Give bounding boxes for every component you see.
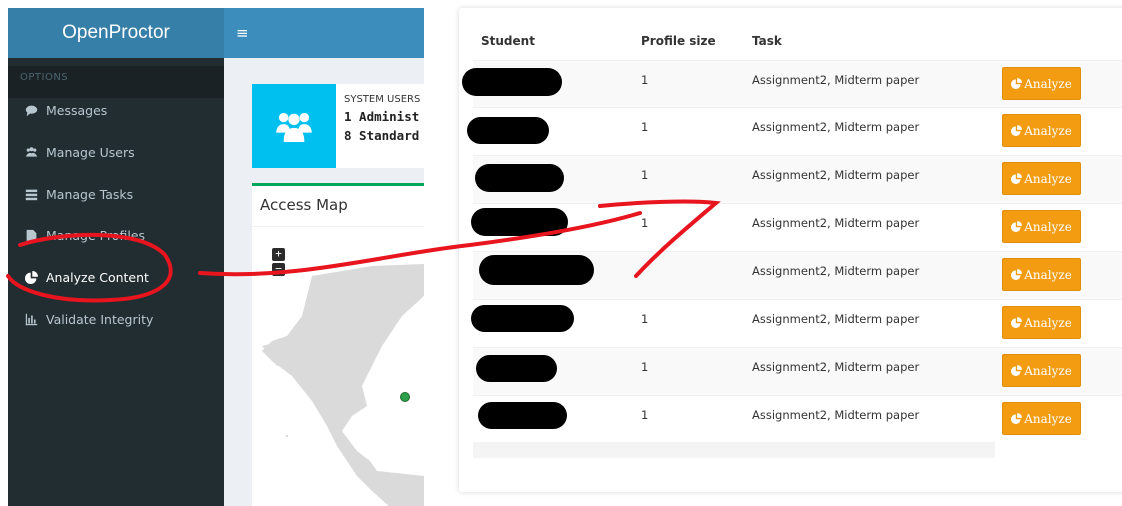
pie-chart-icon (1011, 365, 1023, 376)
analyze-button-label: Analyze (1024, 363, 1072, 378)
table-footer (473, 442, 995, 458)
redacted-student-name (476, 355, 557, 382)
profile-size-cell: 1 (641, 360, 649, 374)
table-row: 1 Assignment2, Midterm paper Analyze (473, 155, 1122, 203)
table-row: 1 Assignment2, Midterm paper Analyze (473, 60, 1122, 108)
analyze-button[interactable]: Analyze (1002, 114, 1081, 147)
sidebar-item-messages[interactable]: Messages (8, 92, 224, 128)
column-header-profile-size[interactable]: Profile size (641, 34, 716, 48)
profile-size-cell: 1 (641, 73, 649, 87)
sidebar-item-manage-tasks[interactable]: Manage Tasks (8, 176, 224, 212)
pie-chart-icon (1011, 317, 1023, 328)
top-navbar: ≡ (224, 8, 424, 58)
profile-size-cell: 1 (641, 120, 649, 134)
analyze-button[interactable]: Analyze (1002, 67, 1081, 100)
redacted-student-name (478, 402, 567, 429)
analyze-button-label: Analyze (1024, 171, 1072, 186)
redacted-student-name (475, 164, 564, 192)
users-icon (24, 145, 38, 159)
task-cell: Assignment2, Midterm paper (752, 264, 920, 278)
task-cell: Assignment2, Midterm paper (752, 312, 920, 326)
table-row: 1 Assignment2, Midterm paper Analyze (473, 107, 1122, 155)
task-cell: Assignment2, Midterm paper (752, 120, 920, 134)
sidebar-item-manage-users[interactable]: Manage Users (8, 134, 224, 170)
sidebar-item-analyze-content[interactable]: Analyze Content (8, 259, 224, 295)
sidebar-item-label: Manage Users (46, 144, 135, 160)
bar-chart-icon (24, 312, 38, 326)
redacted-student-name (479, 255, 594, 285)
analyze-button[interactable]: Analyze (1002, 306, 1081, 339)
analyze-button-label: Analyze (1024, 411, 1072, 426)
sidebar-item-validate-integrity[interactable]: Validate Integrity (8, 301, 224, 337)
comment-icon (24, 103, 38, 117)
pie-chart-icon (24, 270, 38, 284)
redacted-student-name (467, 117, 549, 144)
access-map-box: Access Map + − (252, 183, 424, 506)
sidebar-item-manage-profiles[interactable]: Manage Profiles (8, 217, 224, 253)
sidebar: OpenProctor OPTIONS Messages Manage User… (8, 8, 224, 506)
analyze-button[interactable]: Analyze (1002, 258, 1081, 291)
column-header-student[interactable]: Student (481, 34, 535, 48)
admin-count: 1 Administ (344, 109, 420, 124)
brand-logo[interactable]: OpenProctor (8, 8, 224, 58)
pie-chart-icon (1011, 125, 1023, 136)
analyze-button[interactable]: Analyze (1002, 162, 1081, 195)
standard-count: 8 Standard (344, 128, 420, 143)
sidebar-item-label: Analyze Content (46, 269, 149, 285)
analyze-button[interactable]: Analyze (1002, 354, 1081, 387)
location-marker (400, 392, 410, 402)
table-row: 1 Assignment2, Midterm paper Analyze (473, 395, 1122, 443)
table-row: 1 Assignment2, Midterm paper Analyze (473, 203, 1122, 251)
task-cell: Assignment2, Midterm paper (752, 408, 920, 422)
map-title: Access Map (260, 196, 348, 214)
pie-chart-icon (1011, 413, 1023, 424)
pie-chart-icon (1011, 173, 1023, 184)
sidebar-item-label: Manage Profiles (46, 227, 146, 243)
analyze-button-label: Analyze (1024, 267, 1072, 282)
sidebar-item-label: Messages (46, 102, 108, 118)
pie-chart-icon (1011, 78, 1023, 89)
system-users-box: SYSTEM USERS 1 Administ 8 Standard (252, 84, 424, 168)
pie-chart-icon (1011, 221, 1023, 232)
analyze-button-label: Analyze (1024, 219, 1072, 234)
redacted-student-name (462, 68, 562, 96)
task-cell: Assignment2, Midterm paper (752, 168, 920, 182)
users-icon (252, 84, 336, 168)
analyze-button-label: Analyze (1024, 123, 1072, 138)
profile-size-cell: 1 (641, 216, 649, 230)
analyze-button[interactable]: Analyze (1002, 210, 1081, 243)
file-icon (24, 228, 38, 242)
profile-size-cell: 1 (641, 312, 649, 326)
analyze-button-label: Analyze (1024, 76, 1072, 91)
redacted-student-name (471, 305, 574, 332)
task-cell: Assignment2, Midterm paper (752, 73, 920, 87)
analyze-button[interactable]: Analyze (1002, 402, 1081, 435)
column-header-task[interactable]: Task (752, 34, 782, 48)
profile-size-cell: 1 (641, 408, 649, 422)
divider (252, 226, 424, 227)
system-users-text: SYSTEM USERS 1 Administ 8 Standard (344, 92, 424, 143)
sidebar-item-label: Manage Tasks (46, 186, 134, 202)
table-row: 1 Assignment2, Midterm paper Analyze (473, 347, 1122, 395)
pie-chart-icon (1011, 269, 1023, 280)
system-users-label: SYSTEM USERS (344, 94, 421, 105)
menu-toggle-icon[interactable]: ≡ (236, 24, 249, 42)
task-cell: Assignment2, Midterm paper (752, 216, 920, 230)
profile-size-cell: 1 (641, 168, 649, 182)
task-cell: Assignment2, Midterm paper (752, 360, 920, 374)
analyze-button-label: Analyze (1024, 315, 1072, 330)
redacted-student-name (471, 208, 568, 236)
sidebar-item-label: Validate Integrity (46, 311, 154, 327)
world-map[interactable] (252, 256, 424, 506)
tasks-icon (24, 187, 38, 201)
